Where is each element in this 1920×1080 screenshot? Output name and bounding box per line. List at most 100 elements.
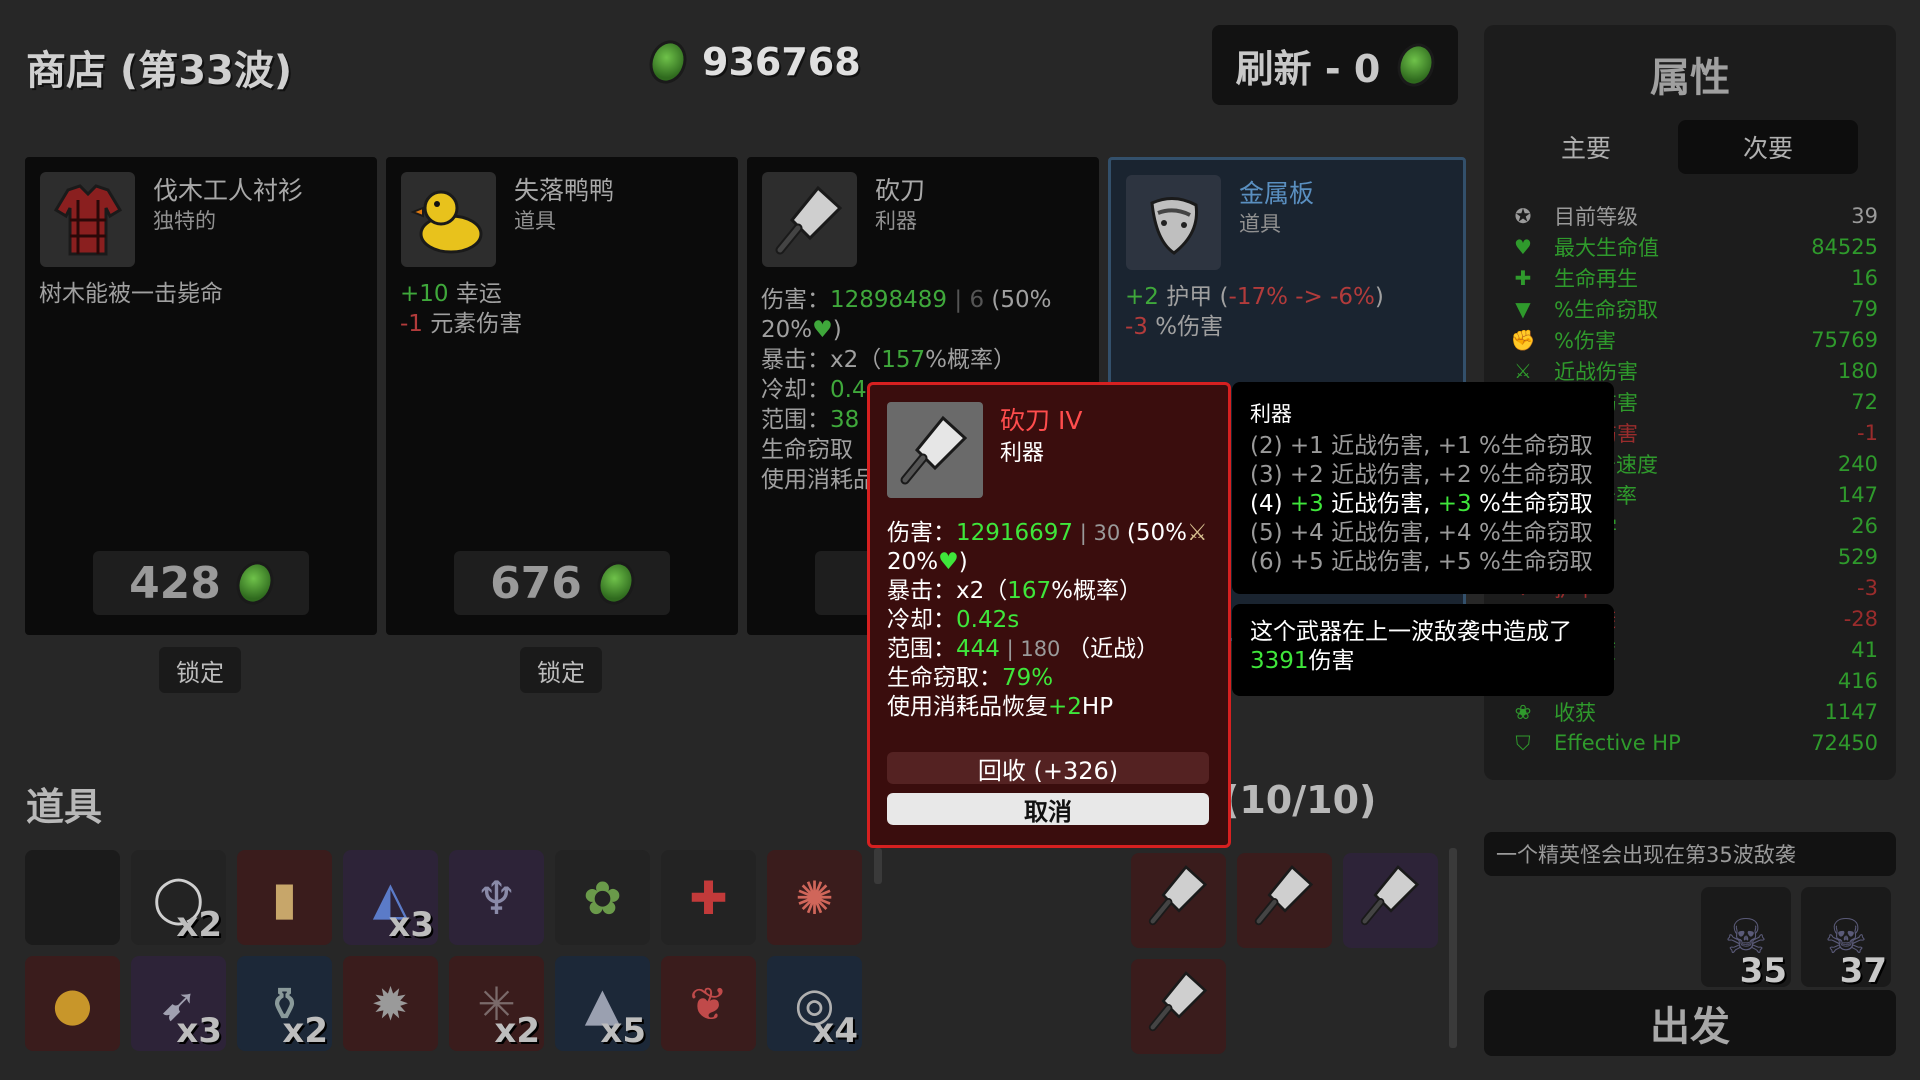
- stat-row[interactable]: ✪ 目前等级 39: [1508, 201, 1878, 231]
- stat-label: 生命窃取：: [887, 665, 1002, 691]
- item-slot[interactable]: ✿: [555, 850, 650, 945]
- stat-label: 护甲 (: [1158, 284, 1229, 310]
- stat-value: 26: [1851, 514, 1878, 538]
- stat-label: %概率）: [925, 347, 1017, 373]
- cancel-button[interactable]: 取消: [887, 793, 1209, 826]
- price-value: 428: [129, 557, 221, 609]
- item-slot[interactable]: ❦: [661, 956, 756, 1051]
- card-name: 失落鸭鸭: [514, 176, 615, 205]
- stomach-icon: ❦: [689, 976, 728, 1031]
- stat-value: 75769: [1811, 328, 1878, 352]
- stat-row[interactable]: ✚ 生命再生 16: [1508, 263, 1878, 293]
- stat-label: 生命窃取: [761, 437, 853, 463]
- item-slot[interactable]: ◎ x4: [767, 956, 862, 1051]
- card-name: 伐木工人衬衫: [153, 176, 304, 205]
- level-icon: ✪: [1514, 204, 1532, 228]
- material-coin-icon: [1391, 38, 1441, 92]
- stat-base: | 6: [947, 287, 992, 313]
- weapons-count: (10/10): [1222, 778, 1377, 822]
- stat-value: 1147: [1824, 700, 1878, 724]
- stat-label: 冷却：: [761, 377, 830, 403]
- plaid-shirt-icon: [40, 172, 135, 267]
- enemy-wave-number: 37: [1839, 951, 1887, 991]
- stat-value: 16: [1851, 266, 1878, 290]
- item-slot[interactable]: [25, 850, 120, 945]
- stat-value: -1: [1857, 421, 1878, 445]
- item-slot[interactable]: ▲ x5: [555, 956, 650, 1051]
- stat-label: 20%: [761, 317, 813, 343]
- item-slot[interactable]: ✹: [343, 956, 438, 1051]
- crit-chance: 167: [1007, 578, 1052, 604]
- stat-value: 0.4: [830, 377, 867, 403]
- heart-icon: ♥: [1514, 235, 1532, 259]
- sword-icon: ⚔: [1187, 520, 1208, 546]
- item-slot[interactable]: ✳ x2: [449, 956, 544, 1051]
- weapon-slot[interactable]: [1131, 853, 1226, 948]
- go-button[interactable]: 出发: [1484, 990, 1896, 1056]
- stat-label: 范围：: [761, 407, 830, 433]
- buy-button[interactable]: 676: [454, 551, 670, 615]
- heart-plus-icon: ✚: [1514, 266, 1532, 290]
- weapon-slot[interactable]: [1343, 853, 1438, 948]
- stat-value: -3: [1857, 576, 1878, 600]
- item-slot[interactable]: ➹ x3: [131, 956, 226, 1051]
- stat-row[interactable]: ♥ 最大生命值 84525: [1508, 232, 1878, 262]
- weapon-class: 利器: [1000, 441, 1045, 466]
- item-count: x3: [388, 905, 434, 945]
- material-coin-icon: [230, 556, 280, 610]
- virus-icon: ✹: [371, 976, 410, 1031]
- shop-card-lumberjack-shirt[interactable]: 伐木工人衬衫 独特的 树木能被一击毙命 428: [25, 157, 377, 635]
- stat-label: %概率）: [1051, 578, 1143, 604]
- heal-value: +2: [1048, 694, 1082, 720]
- stat-name: %伤害: [1554, 329, 1616, 353]
- refresh-label: 刷新 - 0: [1235, 46, 1381, 91]
- stat-label: 幸运: [448, 281, 502, 307]
- item-slot[interactable]: ◭ x3: [343, 850, 438, 945]
- item-slot[interactable]: ⚱ x2: [237, 956, 332, 1051]
- tab-secondary[interactable]: 次要: [1678, 120, 1858, 174]
- cleaver-icon: [887, 402, 983, 498]
- refresh-button[interactable]: 刷新 - 0: [1212, 25, 1458, 105]
- metal-plate-icon: [1126, 175, 1221, 270]
- weapon-slot[interactable]: [1237, 853, 1332, 948]
- buy-button[interactable]: 428: [93, 551, 309, 615]
- stat-penalty: -17% -> -6%: [1228, 284, 1375, 310]
- stat-row[interactable]: ❀ 收获 1147: [1508, 697, 1878, 727]
- item-slot[interactable]: ✺: [767, 850, 862, 945]
- stat-row[interactable]: ▼ %生命窃取 79: [1508, 294, 1878, 324]
- stat-value: 41: [1851, 638, 1878, 662]
- cleaver-icon: [1144, 966, 1214, 1047]
- item-slot[interactable]: ♆: [449, 850, 544, 945]
- item-slot[interactable]: ◯ x2: [131, 850, 226, 945]
- demon-mask-icon: ♆: [475, 870, 518, 925]
- cleaver-icon: [1356, 860, 1426, 941]
- shop-card-lost-duck[interactable]: 失落鸭鸭 道具 +10 幸运 -1 元素伤害 676: [386, 157, 738, 635]
- weapon-slot[interactable]: [1131, 959, 1226, 1054]
- card-desc: +2 护甲 (-17% -> -6%) -3 %伤害: [1125, 282, 1384, 342]
- tab-primary[interactable]: 主要: [1496, 120, 1676, 174]
- stat-name: %生命窃取: [1554, 298, 1658, 322]
- stat-row[interactable]: ⛉ Effective HP 72450: [1508, 728, 1879, 758]
- item-slot[interactable]: ✚: [661, 850, 756, 945]
- stat-row[interactable]: ✊ %伤害 75769: [1508, 325, 1878, 355]
- items-scrollbar[interactable]: [874, 848, 882, 884]
- damage-value: 12916697: [956, 520, 1074, 546]
- weapons-scrollbar[interactable]: [1449, 848, 1457, 1048]
- set-bonus-tooltip: 利器 (2) +1 近战伤害, +1 %生命窃取 (3) +2 近战伤害, +2…: [1232, 382, 1614, 594]
- material-coin-icon: [643, 35, 693, 89]
- stat-label: 范围：: [887, 636, 956, 662]
- lock-button[interactable]: 锁定: [520, 647, 602, 693]
- stat-value: 147: [1837, 483, 1878, 507]
- item-count: x2: [176, 905, 222, 945]
- stat-value: 416: [1837, 669, 1878, 693]
- material-coin-icon: [591, 556, 641, 610]
- item-slot[interactable]: ▮: [237, 850, 332, 945]
- stat-penalty: -3: [1125, 314, 1148, 340]
- damage-dealt-tooltip: 这个武器在上一波敌袭中造成了 3391伤害: [1232, 604, 1614, 696]
- lock-button[interactable]: 锁定: [159, 647, 241, 693]
- damage-text: 伤害: [1308, 648, 1355, 674]
- item-slot[interactable]: ●: [25, 956, 120, 1051]
- set-name: 利器: [1250, 402, 1292, 426]
- stat-label: 伤害：: [761, 287, 830, 313]
- recycle-button[interactable]: 回收 (+326): [887, 752, 1209, 785]
